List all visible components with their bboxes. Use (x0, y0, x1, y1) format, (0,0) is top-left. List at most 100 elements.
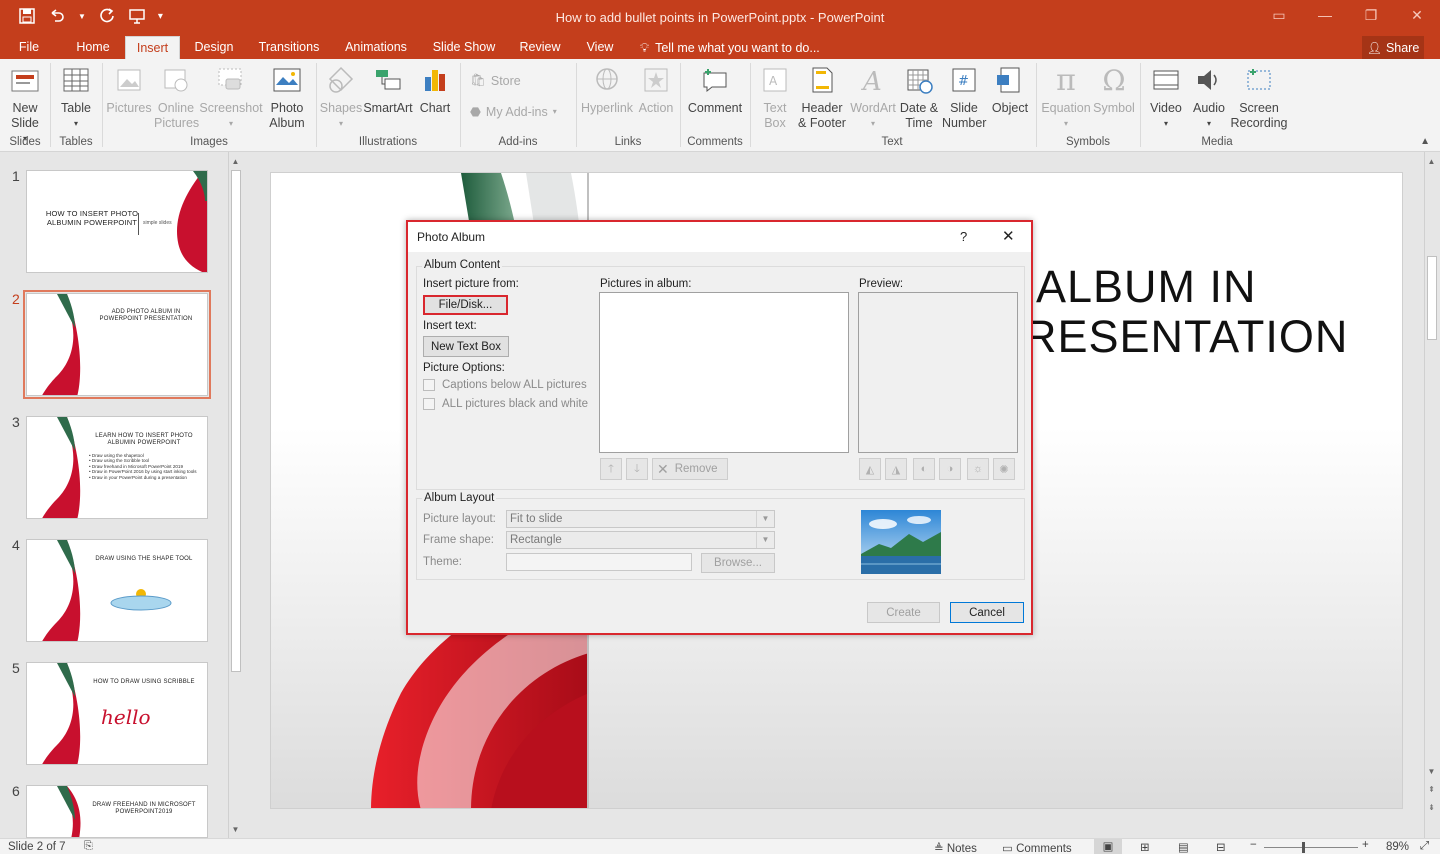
slide-sorter-icon[interactable]: ⊞ (1140, 840, 1150, 854)
fit-slide-icon[interactable]: ⤢ (1420, 840, 1429, 853)
action-button[interactable]: Action (636, 63, 676, 116)
ribbon-display-icon[interactable]: ▭ (1256, 0, 1302, 30)
scroll-up-icon[interactable]: ▲ (1425, 154, 1438, 168)
black-white-checkbox[interactable] (423, 398, 435, 410)
slide-thumbnail-3[interactable]: LEARN HOW TO INSERT PHOTO ALBUMIN POWERP… (26, 416, 208, 519)
remove-button[interactable]: ✕ Remove (652, 458, 728, 480)
scroll-thumb[interactable] (231, 170, 241, 672)
date-time-button[interactable]: Date & Time (898, 63, 940, 131)
undo-icon[interactable] (48, 7, 66, 25)
comments-button[interactable]: ▭ Comments (1002, 841, 1072, 854)
audio-button[interactable]: Audio ▾ (1188, 63, 1230, 131)
zoom-slider-handle[interactable] (1302, 842, 1305, 853)
rotate-right-button[interactable]: ◮ (885, 458, 907, 480)
zoom-level[interactable]: 89% (1386, 841, 1409, 853)
previous-slide-icon[interactable]: ⇞ (1425, 782, 1438, 796)
move-down-button[interactable]: 🡓 (626, 458, 648, 480)
tell-me-box[interactable]: 💡︎ Tell me what you want to do... (640, 36, 820, 59)
tab-design[interactable]: Design (188, 36, 240, 59)
contrast-down-button[interactable]: ◑ (939, 458, 961, 480)
tab-slideshow[interactable]: Slide Show (428, 36, 500, 59)
store-icon: 🛍︎ (470, 73, 486, 87)
screenshot-button[interactable]: Screenshot ▾ (199, 63, 263, 131)
zoom-slider[interactable] (1264, 847, 1358, 848)
slide-thumbnail-2[interactable]: ADD PHOTO ALBUM IN POWERPOINT PRESENTATI… (23, 290, 211, 399)
scroll-up-icon[interactable]: ▲ (229, 154, 242, 168)
hyperlink-button[interactable]: Hyperlink (580, 63, 634, 116)
thumbnails-scrollbar[interactable]: ▲ ▼ (228, 152, 242, 838)
slideshow-view-icon[interactable]: ⊟ (1216, 840, 1226, 854)
new-text-box-button[interactable]: New Text Box (423, 336, 509, 357)
slide-scrollbar[interactable]: ▲ ▼ ⇞ ⇟ (1424, 152, 1438, 838)
scroll-down-icon[interactable]: ▼ (1425, 764, 1438, 778)
normal-view-icon[interactable]: ▣ (1094, 839, 1122, 854)
slide-thumbnail-4[interactable]: DRAW USING THE SHAPE TOOL (26, 539, 208, 642)
create-button[interactable]: Create (867, 602, 940, 623)
wordart-button[interactable]: A WordArt ▾ (850, 63, 896, 131)
pictures-in-album-list[interactable] (599, 292, 849, 453)
picture-layout-select[interactable]: Fit to slide ▼ (506, 510, 775, 528)
redo-icon[interactable] (98, 7, 116, 25)
contrast-up-button[interactable]: ◐ (913, 458, 935, 480)
zoom-in-icon[interactable]: + (1362, 839, 1369, 851)
tab-transitions[interactable]: Transitions (252, 36, 326, 59)
restore-icon[interactable]: ❐ (1348, 0, 1394, 30)
rotate-left-button[interactable]: ◭ (859, 458, 881, 480)
video-button[interactable]: Video ▾ (1146, 63, 1186, 131)
scroll-down-icon[interactable]: ▼ (229, 822, 242, 836)
slide-thumbnail-1[interactable]: HOW TO INSERT PHOTO ALBUMIN POWERPOINT s… (26, 170, 208, 273)
smartart-button[interactable]: SmartArt (362, 63, 414, 116)
move-up-button[interactable]: 🡑 (600, 458, 622, 480)
frame-shape-select[interactable]: Rectangle ▼ (506, 531, 775, 549)
tab-review[interactable]: Review (512, 36, 568, 59)
screen-recording-button[interactable]: Screen Recording (1230, 63, 1288, 131)
close-window-icon[interactable]: ✕ (1394, 0, 1440, 30)
text-box-button[interactable]: A Text Box (756, 63, 794, 131)
equation-button[interactable]: π Equation ▾ (1040, 63, 1092, 131)
tab-animations[interactable]: Animations (336, 36, 416, 59)
my-addins-button[interactable]: ⬣ My Add-ins ▾ (470, 104, 557, 120)
table-button[interactable]: Table ▾ (55, 63, 97, 131)
close-dialog-icon[interactable]: ✕ (1002, 227, 1015, 245)
symbol-button[interactable]: Ω Symbol (1092, 63, 1136, 116)
cancel-button[interactable]: Cancel (950, 602, 1024, 623)
object-button[interactable]: Object (988, 63, 1032, 116)
share-button[interactable]: 👤︎ Share (1362, 36, 1424, 59)
tab-insert[interactable]: Insert (125, 36, 180, 59)
browse-button[interactable]: Browse... (701, 553, 775, 573)
tab-home[interactable]: Home (68, 36, 118, 59)
comment-button[interactable]: Comment (684, 63, 746, 116)
shapes-button[interactable]: Shapes ▾ (320, 63, 362, 131)
new-slide-button[interactable]: New Slide ▾ (4, 63, 46, 146)
scroll-thumb[interactable] (1427, 256, 1437, 340)
online-pictures-button[interactable]: Online Pictures (154, 63, 199, 131)
theme-input[interactable] (506, 553, 692, 571)
next-slide-icon[interactable]: ⇟ (1425, 800, 1438, 814)
file-disk-button[interactable]: File/Disk... (423, 295, 508, 315)
minimize-icon[interactable]: — (1302, 0, 1348, 30)
undo-dropdown-icon[interactable]: ▼ (78, 12, 86, 21)
captions-checkbox[interactable] (423, 379, 435, 391)
slide-number-button[interactable]: # Slide Number (942, 63, 986, 131)
brightness-down-button[interactable]: ✺ (993, 458, 1015, 480)
start-slideshow-icon[interactable] (128, 7, 146, 25)
zoom-out-icon[interactable]: − (1250, 839, 1257, 851)
help-icon[interactable]: ? (960, 229, 967, 244)
notes-button[interactable]: ≜ Notes (934, 841, 977, 854)
spell-check-icon[interactable]: ⎘ (84, 840, 93, 853)
brightness-up-button[interactable]: ☼ (967, 458, 989, 480)
customize-qat-icon[interactable]: ▾ (158, 11, 163, 22)
tab-view[interactable]: View (578, 36, 622, 59)
slide-thumbnail-5[interactable]: HOW TO DRAW USING SCRIBBLE hello (26, 662, 208, 765)
tab-file[interactable]: File (8, 36, 50, 59)
save-icon[interactable] (18, 7, 36, 25)
photo-album-button[interactable]: Photo Album (262, 63, 312, 131)
header-footer-button[interactable]: Header & Footer (796, 63, 848, 131)
collapse-ribbon-icon[interactable]: ▲ (1420, 136, 1430, 147)
pictures-button[interactable]: Pictures (106, 63, 152, 116)
slide-thumbnail-6[interactable]: DRAW FREEHAND IN MICROSOFT POWERPOINT201… (26, 785, 208, 838)
slide-title[interactable]: ALBUM IN RESENTATION (1024, 262, 1348, 362)
chart-button[interactable]: Chart (416, 63, 454, 116)
store-button[interactable]: 🛍︎ Store (470, 73, 521, 88)
reading-view-icon[interactable]: ▤ (1178, 840, 1189, 854)
